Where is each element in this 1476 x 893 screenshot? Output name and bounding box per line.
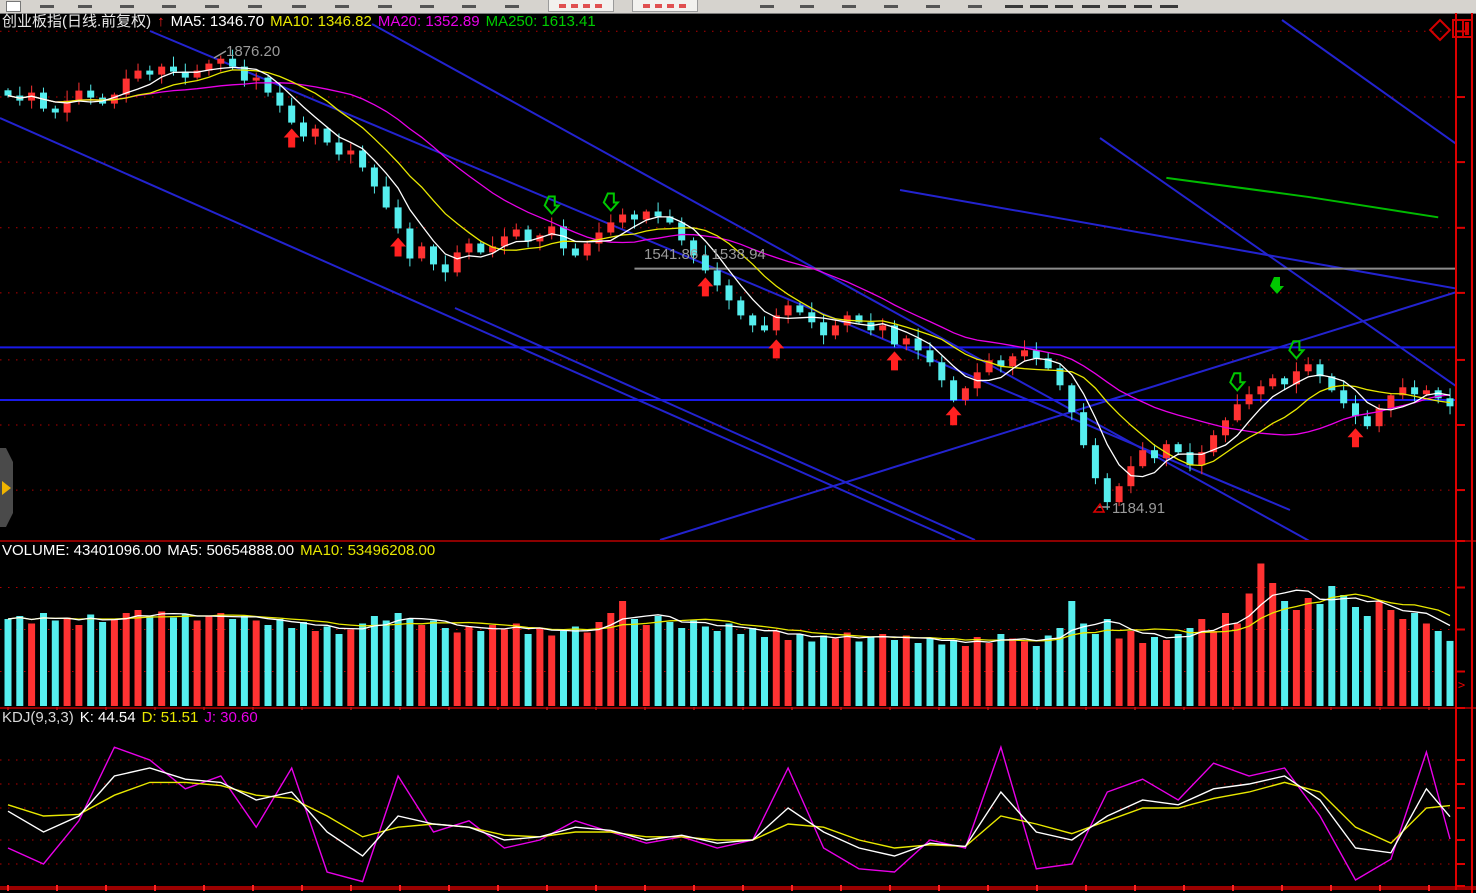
high-price-label: 1876.20 [226, 43, 281, 60]
ma-lines [7, 66, 1451, 478]
scroll-right-icon[interactable]: > [1458, 678, 1465, 692]
grid-lines [0, 30, 1456, 865]
label-pointers [213, 50, 1110, 513]
kdj-header: KDJ(9,3,3) K: 44.54 D: 51.51 J: 30.60 [2, 710, 264, 726]
symbol-title: 创业板指(日线.前复权) [2, 13, 152, 30]
ma-label-1: MA10: 1346.82 [270, 13, 372, 30]
low-price-label: 1184.91 [1112, 500, 1166, 517]
split-window-icon[interactable] [1452, 19, 1473, 38]
kdj-lines [7, 744, 1451, 883]
price-up-arrow-icon: ↑ [157, 13, 165, 30]
gap-range-label: 1541.86 - 1538.94 [644, 246, 766, 263]
volume-label-2: MA10: 53496208.00 [300, 542, 436, 559]
kdj-label-3: J: 30.60 [204, 709, 258, 726]
volume-series [4, 563, 1454, 706]
volume-header: VOLUME: 43401096.00 MA5: 50654888.00 MA10:… [2, 543, 441, 559]
sidebar-expand-handle[interactable] [0, 448, 13, 527]
kdj-label-2: D: 51.51 [141, 709, 199, 726]
ma-label-3: MA250: 1613.41 [485, 13, 596, 30]
panel-frames [0, 13, 1476, 893]
ma-label-2: MA20: 1352.89 [377, 13, 480, 30]
chart-canvas[interactable] [0, 0, 1476, 893]
volume-label-1: MA5: 50654888.00 [167, 542, 295, 559]
volume-label-0: VOLUME: 43401096.00 [2, 542, 162, 559]
kdj-label-1: K: 44.54 [79, 709, 136, 726]
stock-app-screen: 创业板指(日线.前复权) ↑ MA5: 1346.70 MA10: 1346.82 MA… [0, 0, 1476, 893]
ma-values: MA5: 1346.70 MA10: 1346.82 MA20: 1352.89 MA… [171, 13, 602, 30]
kdj-label-0: KDJ(9,3,3) [2, 709, 74, 726]
expand-arrow-icon [2, 481, 11, 495]
main-chart-header: 创业板指(日线.前复权) ↑ MA5: 1346.70 MA10: 1346.82 MA… [2, 14, 608, 30]
ma-label-0: MA5: 1346.70 [170, 13, 265, 30]
